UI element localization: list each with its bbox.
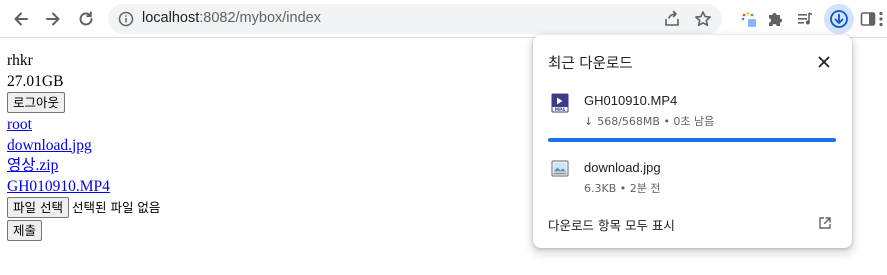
extension-icon [741,12,756,27]
no-file-text: 선택된 파일 없음 [71,200,161,215]
show-all-downloads-link[interactable]: 다운로드 항목 모두 표시 [548,215,675,234]
downloads-bubble: 최근 다운로드 MP4 GH010910.MP4 ↓ 568/568MB • 0초… [533,35,852,248]
url-text[interactable]: localhost:8082/mybox/index [142,10,321,26]
browser-toolbar: localhost:8082/mybox/index [0,0,887,38]
back-arrow-icon [14,12,28,26]
link-gh010910-mp4[interactable]: GH010910.MP4 [7,178,110,195]
download-item-status: ↓ 568/568MB • 0초 남음 [584,115,715,128]
more-vert-icon [879,11,883,27]
close-icon [818,56,830,68]
download-progress-bar [548,138,836,142]
back-button[interactable] [6,4,36,34]
download-item-name: GH010910.MP4 [584,93,678,108]
choose-file-button[interactable]: 파일 선택 [7,197,69,218]
url-host: localhost [142,10,200,26]
logout-button[interactable]: 로그아웃 [7,92,66,113]
media-control-icon [798,12,813,25]
url-path: :8082/mybox/index [199,10,321,26]
download-arrow-icon: ↓ [584,115,594,128]
address-bar[interactable]: localhost:8082/mybox/index [108,4,722,34]
link-video-zip[interactable]: 영상.zip [7,157,58,174]
page-content: rhkr 27.01GB 로그아웃 root download.jpg 영상.z… [7,51,160,241]
media-control-button[interactable] [790,4,820,34]
info-icon[interactable] [118,11,134,27]
close-button[interactable] [813,51,835,73]
extension-button[interactable] [733,4,763,34]
download-item-status: 6.3KB • 2분 전 [584,182,661,195]
submit-button[interactable]: 제출 [7,220,43,241]
reload-button[interactable] [71,4,101,34]
reload-icon [79,11,93,26]
download-progress-fill [548,138,836,142]
puzzle-icon [769,13,782,26]
extensions-menu-button[interactable] [760,4,790,34]
image-file-icon [551,160,569,177]
share-button[interactable] [662,9,682,29]
bookmark-button[interactable] [693,9,713,29]
storage-text: 27.01GB [7,72,64,90]
downloads-title: 최근 다운로드 [548,56,633,72]
share-icon [665,10,679,26]
download-item-name: download.jpg [584,160,661,175]
video-file-icon: MP4 [551,93,569,113]
file-input[interactable]: 파일 선택 선택된 파일 없음 [7,197,160,220]
star-icon [695,11,711,27]
svg-text:MP4: MP4 [555,107,565,112]
downloads-button[interactable] [824,4,854,34]
username-text: rhkr [7,52,33,69]
forward-arrow-icon [46,12,60,26]
forward-button[interactable] [38,4,68,34]
open-external-icon[interactable] [817,215,833,231]
link-download-jpg[interactable]: download.jpg [7,137,92,154]
link-root[interactable]: root [7,116,32,133]
download-icon [830,10,848,28]
more-menu-button[interactable] [875,4,887,34]
